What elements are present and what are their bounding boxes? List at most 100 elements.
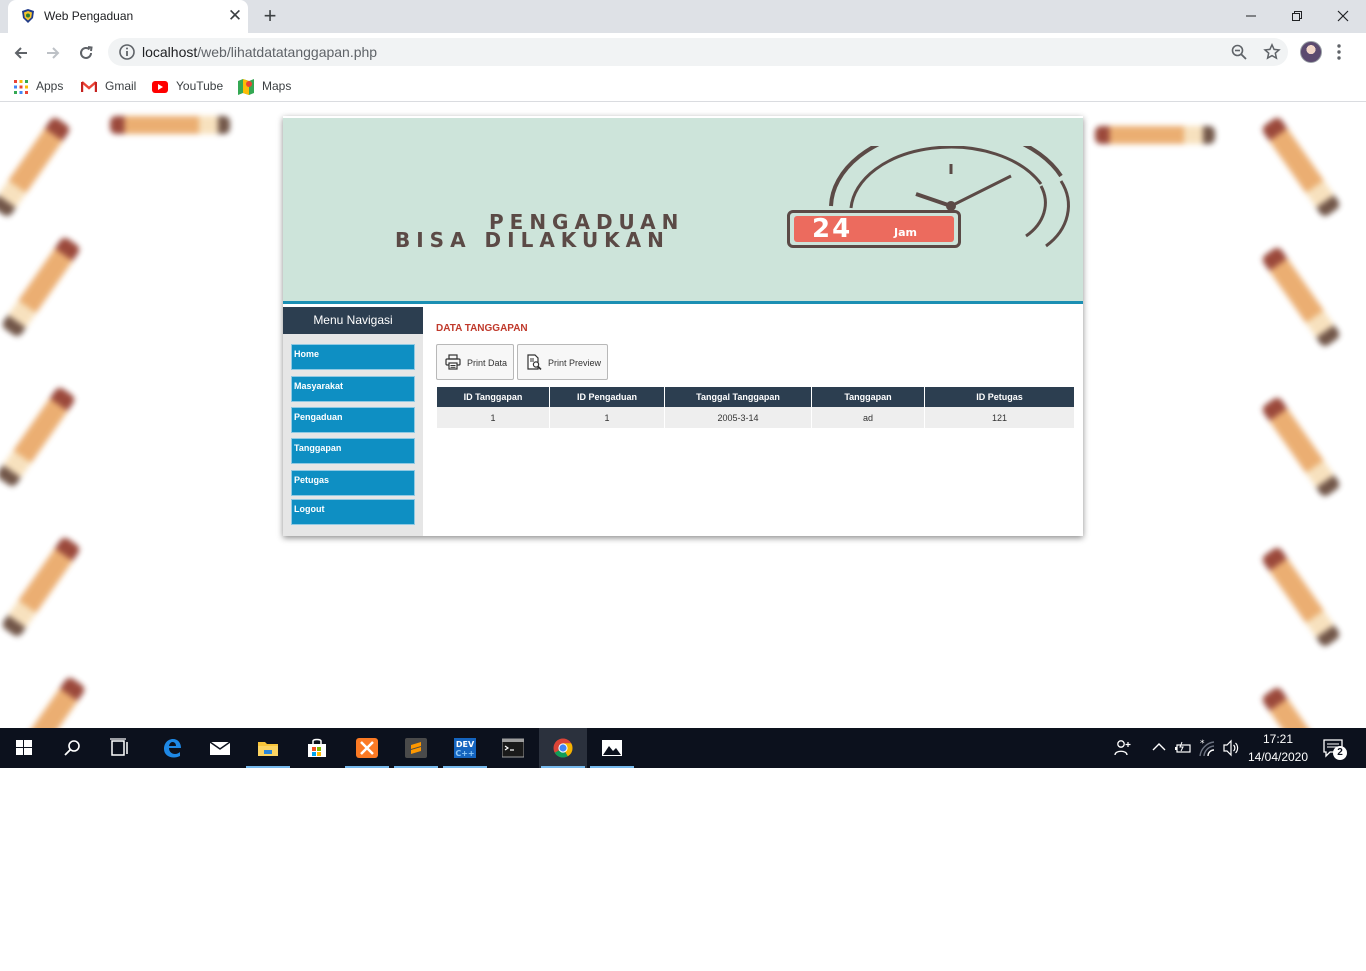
running-indicator	[443, 766, 487, 768]
column-header: Tanggapan	[812, 387, 924, 407]
devcpp-icon: DEV C++	[454, 738, 476, 758]
svg-text:DEV: DEV	[456, 740, 475, 749]
tab-strip: Web Pengaduan ✕ +	[0, 0, 1366, 33]
zoom-icon[interactable]	[1230, 43, 1248, 61]
sidebar-item-petugas[interactable]: Petugas	[291, 470, 415, 496]
url-host: localhost	[142, 44, 198, 60]
svg-text:*: *	[1200, 739, 1205, 749]
clock-date[interactable]: 14/04/2020	[1246, 750, 1310, 764]
taskbar-devcpp[interactable]: DEV C++	[441, 728, 489, 768]
site-info-icon[interactable]	[118, 43, 136, 61]
pencil-decoration	[5, 675, 87, 728]
store-icon	[308, 738, 326, 757]
bookmark-label: Gmail	[105, 79, 137, 93]
apps-grid-icon	[14, 79, 28, 94]
mail-icon	[209, 741, 231, 755]
content-card: PENGADUAN BISA DILAKUKAN 24 Jam Menu Nav…	[283, 116, 1083, 536]
pencil-decoration	[1260, 115, 1342, 219]
youtube-icon	[152, 80, 168, 93]
wifi-icon[interactable]: *	[1198, 738, 1216, 758]
main-content: DATA TANGGAPAN Print Data Print Preview …	[423, 307, 1083, 536]
sidebar-item-home[interactable]: Home	[291, 344, 415, 370]
clock-time[interactable]: 17:21	[1246, 732, 1310, 746]
volume-icon[interactable]	[1222, 739, 1240, 757]
table-cell: ad	[812, 407, 924, 428]
browser-tab[interactable]: Web Pengaduan ✕	[8, 0, 248, 33]
profile-avatar[interactable]	[1300, 41, 1322, 63]
print-data-label: Print Data	[467, 358, 508, 368]
task-view-button[interactable]	[96, 728, 144, 768]
running-indicator	[246, 766, 290, 768]
tab-close-icon[interactable]: ✕	[226, 6, 244, 26]
printer-icon	[445, 354, 461, 370]
svg-text:C++: C++	[455, 749, 474, 758]
bookmark-label: Apps	[36, 79, 64, 93]
taskbar-edge[interactable]	[148, 728, 196, 768]
table-cell: 2005-3-14	[665, 407, 811, 428]
people-icon[interactable]	[1114, 739, 1132, 757]
table-cell: 1	[437, 407, 549, 428]
sidebar-title: Menu Navigasi	[283, 307, 423, 334]
reload-icon[interactable]	[73, 39, 99, 65]
back-arrow-icon[interactable]	[8, 39, 34, 65]
sidebar-item-masyarakat[interactable]: Masyarakat	[291, 376, 415, 402]
banner-line-2: BISA DILAKUKAN	[395, 228, 670, 252]
xampp-icon	[356, 738, 378, 758]
forward-arrow-icon[interactable]	[40, 39, 66, 65]
taskbar-terminal[interactable]	[489, 728, 537, 768]
badge-unit: Jam	[894, 226, 917, 239]
new-tab-button[interactable]: +	[258, 4, 282, 28]
notification-count-badge: 2	[1333, 746, 1347, 760]
taskbar-search[interactable]	[48, 728, 96, 768]
bookmark-youtube[interactable]: YouTube	[152, 77, 223, 95]
action-center-button[interactable]: 2	[1322, 738, 1350, 762]
sublime-text-icon	[405, 738, 427, 758]
pencil-decoration	[0, 235, 82, 339]
restore-window-icon[interactable]	[1274, 0, 1320, 30]
tab-title: Web Pengaduan	[44, 9, 134, 23]
print-preview-label: Print Preview	[548, 358, 602, 368]
taskbar-store[interactable]	[293, 728, 341, 768]
sidebar-item-tanggapan[interactable]: Tanggapan	[291, 438, 415, 464]
battery-icon[interactable]	[1174, 740, 1192, 756]
print-preview-button[interactable]: Print Preview	[517, 344, 608, 380]
pencil-decoration	[0, 385, 77, 489]
search-icon	[64, 740, 80, 756]
taskbar-sublime-text[interactable]	[392, 728, 440, 768]
bookmark-maps[interactable]: Maps	[238, 77, 291, 95]
bookmarks-bar: Apps Gmail YouTube Maps	[0, 71, 1366, 102]
more-menu-icon[interactable]	[1336, 43, 1342, 61]
pencil-decoration	[1260, 245, 1342, 349]
running-indicator	[590, 766, 634, 768]
url-text[interactable]: localhost/web/lihatdatatanggapan.php	[142, 44, 377, 60]
bookmark-star-icon[interactable]	[1263, 43, 1281, 61]
pencil-decoration	[1260, 545, 1342, 649]
page-viewport: PENGADUAN BISA DILAKUKAN 24 Jam Menu Nav…	[0, 102, 1366, 728]
badge-fill: 24 Jam	[794, 214, 954, 244]
chevron-up-icon[interactable]	[1152, 741, 1166, 753]
taskbar-xampp[interactable]	[343, 728, 391, 768]
photos-icon	[602, 740, 622, 756]
bookmark-gmail[interactable]: Gmail	[81, 77, 136, 95]
pencil-decoration	[1260, 395, 1342, 499]
start-button[interactable]	[0, 728, 48, 768]
pencil-decoration	[1095, 126, 1215, 144]
gmail-icon	[81, 80, 97, 92]
windows-taskbar: DEV C++ * 17:21 14/04/2020 2	[0, 728, 1366, 768]
start-icon	[16, 740, 32, 755]
address-bar[interactable]: localhost/web/lihatdatatanggapan.php	[108, 38, 1288, 66]
tanggapan-table: ID Tanggapan ID Pengaduan Tanggal Tangga…	[436, 387, 1075, 428]
taskbar-mail[interactable]	[196, 728, 244, 768]
navigation-sidebar: Menu Navigasi Home Masyarakat Pengaduan …	[283, 307, 423, 536]
bookmark-apps[interactable]: Apps	[14, 77, 63, 95]
sidebar-item-logout[interactable]: Logout	[291, 499, 415, 525]
taskbar-file-explorer[interactable]	[244, 728, 292, 768]
print-data-button[interactable]: Print Data	[436, 344, 514, 380]
task-view-icon	[110, 738, 128, 756]
taskbar-chrome[interactable]	[539, 728, 587, 768]
minimize-window-icon[interactable]	[1228, 0, 1274, 30]
close-window-icon[interactable]	[1320, 0, 1366, 30]
file-explorer-icon	[258, 742, 278, 756]
taskbar-photos[interactable]	[588, 728, 636, 768]
sidebar-item-pengaduan[interactable]: Pengaduan	[291, 407, 415, 433]
